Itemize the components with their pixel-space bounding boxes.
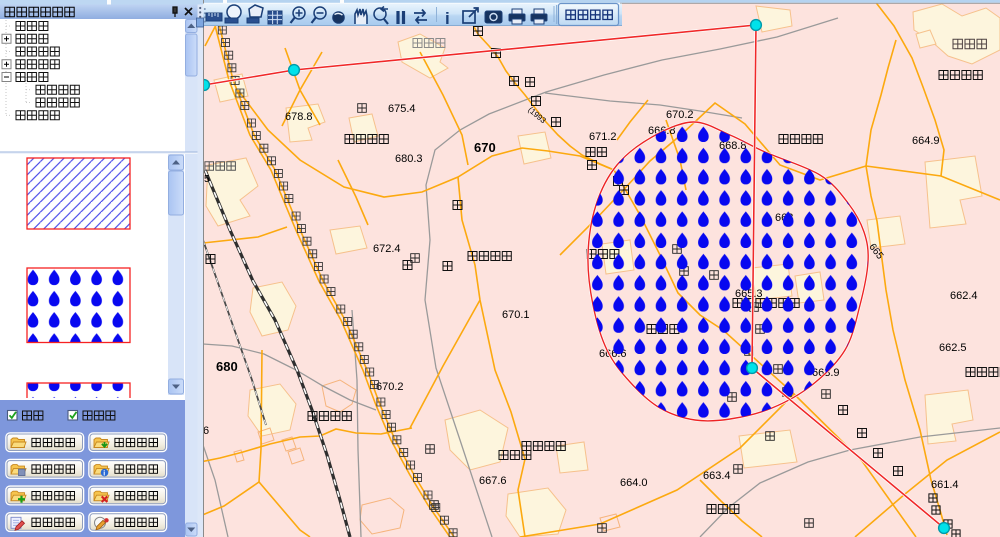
svg-text:678.8: 678.8 <box>285 111 313 123</box>
svg-text:663.4: 663.4 <box>703 470 731 482</box>
svg-text:680: 680 <box>216 359 238 374</box>
svg-text:667.6: 667.6 <box>479 475 507 487</box>
svg-text:664.9: 664.9 <box>912 135 940 147</box>
svg-text:670.2: 670.2 <box>376 381 404 393</box>
svg-text:5: 5 <box>204 174 210 185</box>
svg-text:662.5: 662.5 <box>939 342 967 354</box>
svg-text:680.3: 680.3 <box>395 153 423 165</box>
svg-text:670: 670 <box>474 140 496 155</box>
svg-text:670.1: 670.1 <box>502 309 530 321</box>
svg-text:662.4: 662.4 <box>950 290 978 302</box>
svg-text:664.0: 664.0 <box>620 477 648 489</box>
svg-text:671.2: 671.2 <box>589 131 617 143</box>
svg-text:675.4: 675.4 <box>388 103 416 115</box>
svg-text:670.2: 670.2 <box>666 109 694 121</box>
svg-text:i: i <box>445 9 450 28</box>
svg-text:i: i <box>103 470 105 477</box>
svg-text:672.4: 672.4 <box>373 243 401 255</box>
svg-text:661.4: 661.4 <box>931 479 959 491</box>
